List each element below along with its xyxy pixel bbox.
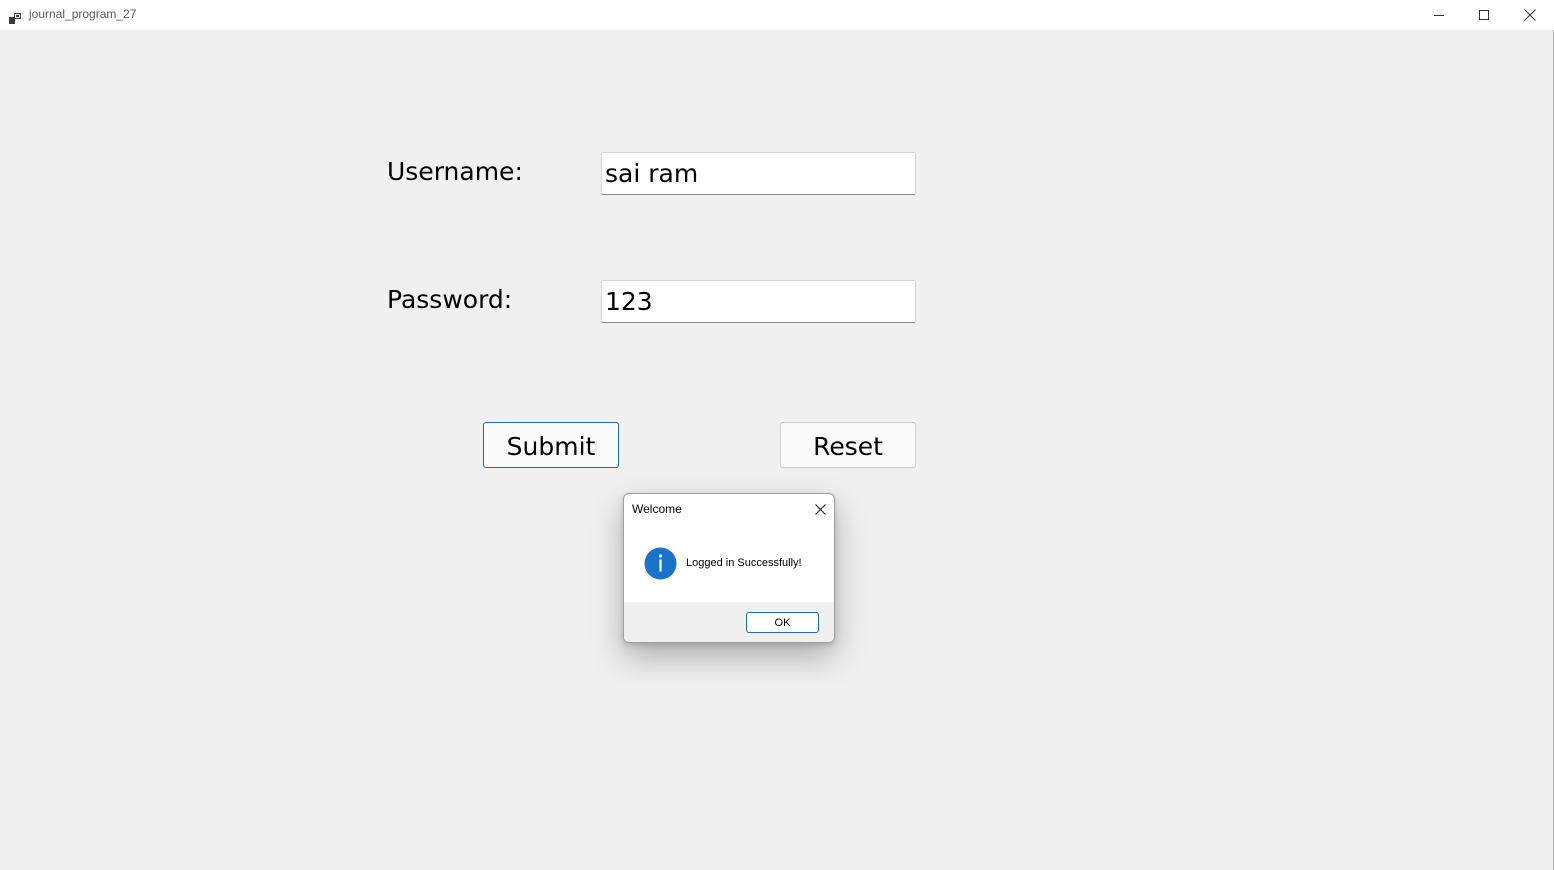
dialog-close-button[interactable]	[810, 499, 830, 519]
maximize-icon	[1479, 10, 1489, 20]
username-field[interactable]: sai ram	[601, 152, 916, 195]
ok-button[interactable]: OK	[746, 612, 819, 633]
minimize-icon	[1434, 15, 1444, 16]
dialog-title: Welcome	[632, 502, 682, 516]
maximize-button[interactable]	[1461, 0, 1507, 30]
window-title: journal_program_27	[29, 7, 137, 21]
app-icon	[9, 9, 21, 24]
close-window-button[interactable]	[1507, 0, 1553, 30]
welcome-dialog: Welcome Logged in Successfully! OK	[623, 493, 835, 643]
password-label: Password:	[387, 285, 513, 314]
title-bar[interactable]: journal_program_27	[0, 0, 1554, 30]
info-icon	[644, 547, 677, 580]
close-icon	[1524, 9, 1536, 21]
dialog-message: Logged in Successfully!	[686, 557, 802, 569]
username-label: Username:	[387, 157, 523, 186]
password-field[interactable]: 123	[601, 280, 916, 323]
dialog-footer: OK	[624, 602, 834, 642]
minimize-button[interactable]	[1416, 0, 1462, 30]
app-window: journal_program_27 Username: sai ram Pas…	[0, 0, 1554, 870]
reset-button[interactable]: Reset	[780, 422, 916, 468]
close-icon	[814, 503, 826, 515]
submit-button[interactable]: Submit	[483, 422, 619, 468]
